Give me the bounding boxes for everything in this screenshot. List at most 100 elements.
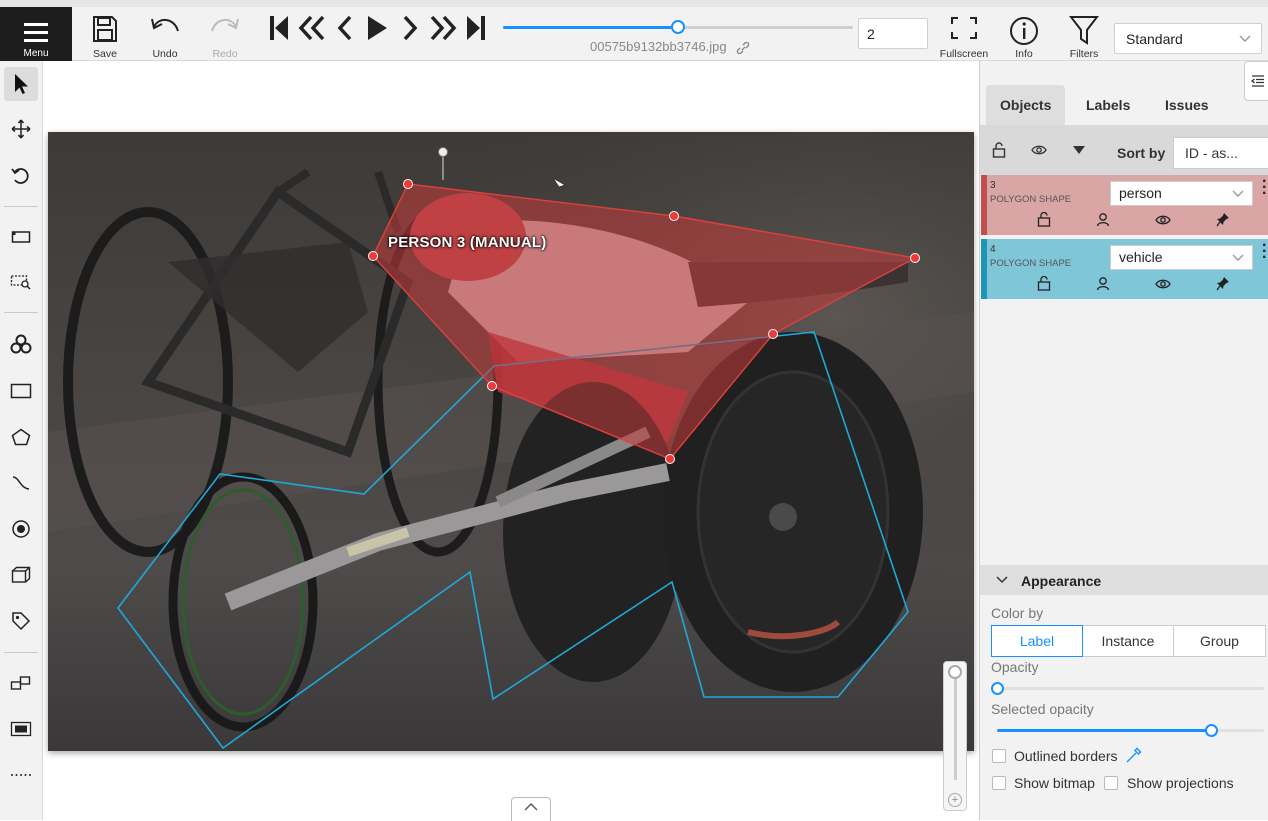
user-icon[interactable] xyxy=(1096,212,1110,227)
info-button[interactable]: Info xyxy=(1004,7,1044,61)
color-by-label-option[interactable]: Label xyxy=(991,625,1083,657)
annotated-image[interactable]: PERSON 3 (MANUAL) xyxy=(48,132,974,751)
tag-tool[interactable] xyxy=(4,604,38,638)
object-menu-icon[interactable]: · · · xyxy=(1262,238,1267,266)
cursor-tool[interactable] xyxy=(4,67,38,101)
selected-opacity-slider[interactable] xyxy=(997,724,1264,737)
rotation-handle[interactable] xyxy=(438,147,448,157)
vertex-handle[interactable] xyxy=(910,253,920,263)
appearance-header[interactable]: Appearance xyxy=(980,565,1268,595)
undo-label: Undo xyxy=(152,48,178,60)
polyline-tool[interactable] xyxy=(4,466,38,500)
next-frame-icon[interactable] xyxy=(400,14,420,42)
polygon-tool[interactable] xyxy=(4,420,38,454)
sort-by-label: Sort by xyxy=(1117,145,1166,161)
tool-separator xyxy=(4,652,38,653)
opacity-slider[interactable] xyxy=(991,682,1264,695)
color-picker-icon[interactable] xyxy=(1126,747,1142,763)
vertex-handle[interactable] xyxy=(665,454,675,464)
object-label-select[interactable]: vehicle xyxy=(1110,245,1253,270)
person-polygon[interactable] xyxy=(372,183,918,460)
tab-labels[interactable]: Labels xyxy=(1072,85,1144,125)
object-label-select[interactable]: person xyxy=(1110,181,1253,206)
fullscreen-button[interactable]: Fullscreen xyxy=(940,7,988,61)
play-icon[interactable] xyxy=(366,14,388,42)
caret-down-icon[interactable] xyxy=(1073,146,1085,154)
tab-issues[interactable]: Issues xyxy=(1151,85,1223,125)
pin-icon[interactable] xyxy=(1216,212,1230,227)
polygon-icon xyxy=(11,428,31,446)
object-menu-icon[interactable]: · · · xyxy=(1262,174,1267,202)
link-icon[interactable] xyxy=(736,41,750,54)
rotate-icon xyxy=(11,168,29,184)
move-tool[interactable] xyxy=(4,112,38,146)
eye-all-icon[interactable] xyxy=(1031,144,1047,156)
color-by-instance-option[interactable]: Instance xyxy=(1082,625,1174,657)
object-color-stripe xyxy=(981,239,987,299)
more-tools[interactable] xyxy=(4,758,38,792)
zoom-handle[interactable] xyxy=(948,665,962,679)
filter-icon xyxy=(1069,16,1099,45)
zoom-slider[interactable]: + xyxy=(943,661,967,811)
workspace-select[interactable]: Standard xyxy=(1114,23,1262,54)
ai-tools[interactable] xyxy=(4,327,38,361)
color-by-group-option[interactable]: Group xyxy=(1173,625,1266,657)
cuboid-tool[interactable] xyxy=(4,558,38,592)
chevron-down-icon xyxy=(1232,190,1244,197)
forward-step-icon[interactable] xyxy=(428,14,458,42)
tool-separator xyxy=(4,206,38,207)
menu-label: Menu xyxy=(23,48,49,59)
first-frame-icon[interactable] xyxy=(268,14,290,42)
frame-slider-handle[interactable] xyxy=(671,20,685,34)
object-type: POLYGON SHAPE xyxy=(990,258,1072,269)
frame-slider[interactable] xyxy=(503,20,853,34)
group-tool[interactable] xyxy=(4,712,38,746)
bottom-panel-toggle[interactable] xyxy=(511,797,551,821)
show-bitmap-checkbox[interactable] xyxy=(992,776,1006,790)
object-card[interactable]: 4 POLYGON SHAPE vehicle · · · xyxy=(981,238,1268,299)
vertex-handle[interactable] xyxy=(669,211,679,221)
info-label: Info xyxy=(1015,48,1033,60)
vertex-handle[interactable] xyxy=(487,381,497,391)
vertex-handle[interactable] xyxy=(403,179,413,189)
undo-button[interactable]: Undo xyxy=(146,7,184,61)
outlined-borders-checkbox[interactable] xyxy=(992,749,1006,763)
pin-icon[interactable] xyxy=(1216,276,1230,291)
filename: 00575b9132bb3746.jpg xyxy=(590,39,727,54)
frame-number-input[interactable] xyxy=(858,18,928,49)
selected-opacity-handle[interactable] xyxy=(1204,724,1218,737)
fit-image-tool[interactable] xyxy=(4,220,38,254)
rectangle-tool[interactable] xyxy=(4,374,38,408)
vertex-handle[interactable] xyxy=(368,251,378,261)
lock-icon[interactable] xyxy=(1037,212,1051,227)
tab-objects[interactable]: Objects xyxy=(986,85,1066,125)
back-step-icon[interactable] xyxy=(297,14,327,42)
opacity-handle[interactable] xyxy=(991,682,1004,695)
save-icon xyxy=(93,16,117,42)
color-by-segmented: Label Instance Group xyxy=(991,625,1266,657)
lock-icon[interactable] xyxy=(1037,276,1051,291)
sort-select[interactable]: ID - as... xyxy=(1173,137,1268,169)
eye-icon[interactable] xyxy=(1155,278,1171,290)
save-button[interactable]: Save xyxy=(86,7,124,61)
menu-button[interactable]: Menu xyxy=(0,7,72,61)
user-icon[interactable] xyxy=(1096,276,1110,291)
zoom-region-tool[interactable] xyxy=(4,265,38,299)
zoom-in-icon[interactable]: + xyxy=(948,793,962,807)
filters-button[interactable]: Filters xyxy=(1064,7,1104,61)
rotate-tool[interactable] xyxy=(4,159,38,193)
annotation-layer[interactable] xyxy=(48,132,974,751)
last-frame-icon[interactable] xyxy=(465,14,487,42)
merge-tool[interactable] xyxy=(4,666,38,700)
eye-icon[interactable] xyxy=(1155,214,1171,226)
points-tool[interactable] xyxy=(4,512,38,546)
previous-frame-icon[interactable] xyxy=(335,14,355,42)
canvas-area[interactable]: PERSON 3 (MANUAL) + xyxy=(43,61,979,821)
redo-button[interactable]: Redo xyxy=(206,7,244,61)
zoom-rail xyxy=(954,676,957,780)
show-projections-checkbox[interactable] xyxy=(1104,776,1118,790)
group-icon xyxy=(10,721,32,737)
object-card[interactable]: 3 POLYGON SHAPE person · · · xyxy=(981,174,1268,235)
lock-all-icon[interactable] xyxy=(992,142,1006,158)
vertex-handle[interactable] xyxy=(768,329,778,339)
